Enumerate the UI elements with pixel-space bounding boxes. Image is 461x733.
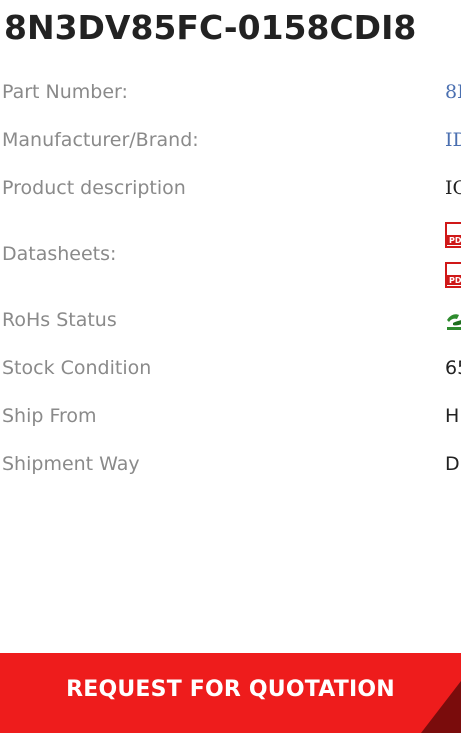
description-value: IC	[445, 177, 461, 199]
spec-row-ship-from: Ship From H	[0, 392, 461, 440]
request-quotation-label: REQUEST FOR QUOTATION	[66, 677, 395, 702]
spec-row-shipment-way: Shipment Way D	[0, 440, 461, 488]
stock-label: Stock Condition	[2, 357, 152, 379]
spec-row-datasheets: Datasheets: PD PD	[0, 212, 461, 296]
part-number-link[interactable]: 8N	[445, 81, 461, 103]
datasheets-label: Datasheets:	[2, 243, 117, 265]
shipment-way-value: D	[445, 453, 460, 475]
rohs-label: RoHs Status	[2, 309, 117, 331]
part-title: 8N3DV85FC-0158CDI8	[4, 8, 417, 47]
part-number-label: Part Number:	[2, 81, 128, 103]
rohs-icon	[445, 309, 461, 331]
spec-row-part-number: Part Number: 8N	[0, 68, 461, 116]
svg-text:PD: PD	[449, 276, 461, 285]
description-label: Product description	[2, 177, 186, 199]
ship-from-label: Ship From	[2, 405, 97, 427]
stock-value: 65	[445, 357, 461, 379]
svg-text:PD: PD	[449, 236, 461, 245]
request-quotation-button[interactable]: REQUEST FOR QUOTATION	[0, 653, 461, 733]
manufacturer-label: Manufacturer/Brand:	[2, 129, 199, 151]
manufacturer-link[interactable]: ID	[445, 129, 461, 151]
spec-row-rohs: RoHs Status	[0, 296, 461, 344]
spec-table: Part Number: 8N Manufacturer/Brand: ID P…	[0, 68, 461, 488]
datasheet-links: PD PD	[445, 222, 461, 302]
ship-from-value: H	[445, 405, 460, 427]
spec-row-manufacturer: Manufacturer/Brand: ID	[0, 116, 461, 164]
pdf-icon[interactable]: PD	[445, 262, 461, 288]
spec-row-description: Product description IC	[0, 164, 461, 212]
spec-row-stock: Stock Condition 65	[0, 344, 461, 392]
shipment-way-label: Shipment Way	[2, 453, 140, 475]
pdf-icon[interactable]: PD	[445, 222, 461, 248]
